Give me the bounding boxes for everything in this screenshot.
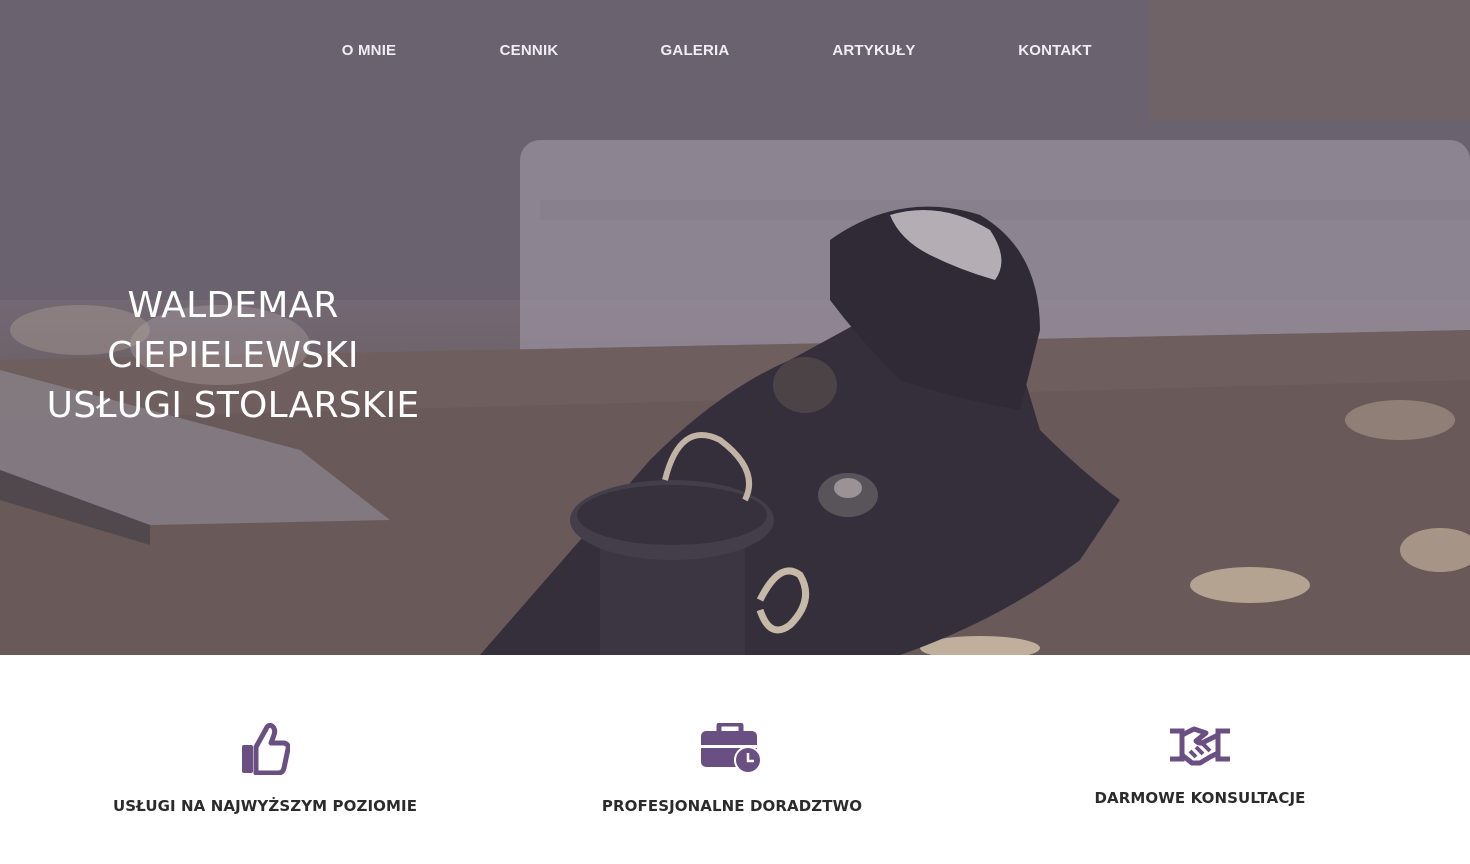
hero-title: WALDEMAR CIEPIELEWSKI USŁUGI STOLARSKIE xyxy=(0,281,466,431)
feature-consulting: PROFESJONALNE DORADZTWO xyxy=(522,723,942,815)
feature-free-consultation: DARMOWE KONSULTACJE xyxy=(990,723,1410,807)
nav-item-kontakt[interactable]: KONTAKT xyxy=(1018,42,1092,59)
hero-title-line2: USŁUGI STOLARSKIE xyxy=(46,385,420,427)
feature-label: USŁUGI NA NAJWYŻSZYM POZIOMIE xyxy=(112,797,418,815)
feature-label: PROFESJONALNE DORADZTWO xyxy=(601,797,863,815)
feature-label: DARMOWE KONSULTACJE xyxy=(1094,789,1306,807)
nav-item-galeria[interactable]: GALERIA xyxy=(661,42,730,59)
main-nav: O MNIE CENNIK GALERIA ARTYKUŁY KONTAKT xyxy=(0,42,1470,62)
nav-item-cennik[interactable]: CENNIK xyxy=(500,42,559,59)
features-section: USŁUGI NA NAJWYŻSZYM POZIOMIE PROFESJONA… xyxy=(0,655,1470,864)
thumbs-up-icon xyxy=(242,723,290,775)
hero-title-line1: WALDEMAR CIEPIELEWSKI xyxy=(107,285,359,377)
briefcase-clock-icon xyxy=(701,723,762,774)
feature-quality: USŁUGI NA NAJWYŻSZYM POZIOMIE xyxy=(55,723,475,815)
nav-item-artykuly[interactable]: ARTYKUŁY xyxy=(832,42,915,59)
handshake-icon xyxy=(1170,726,1230,766)
hero-section: O MNIE CENNIK GALERIA ARTYKUŁY KONTAKT W… xyxy=(0,0,1470,655)
nav-item-o-mnie[interactable]: O MNIE xyxy=(342,42,397,59)
